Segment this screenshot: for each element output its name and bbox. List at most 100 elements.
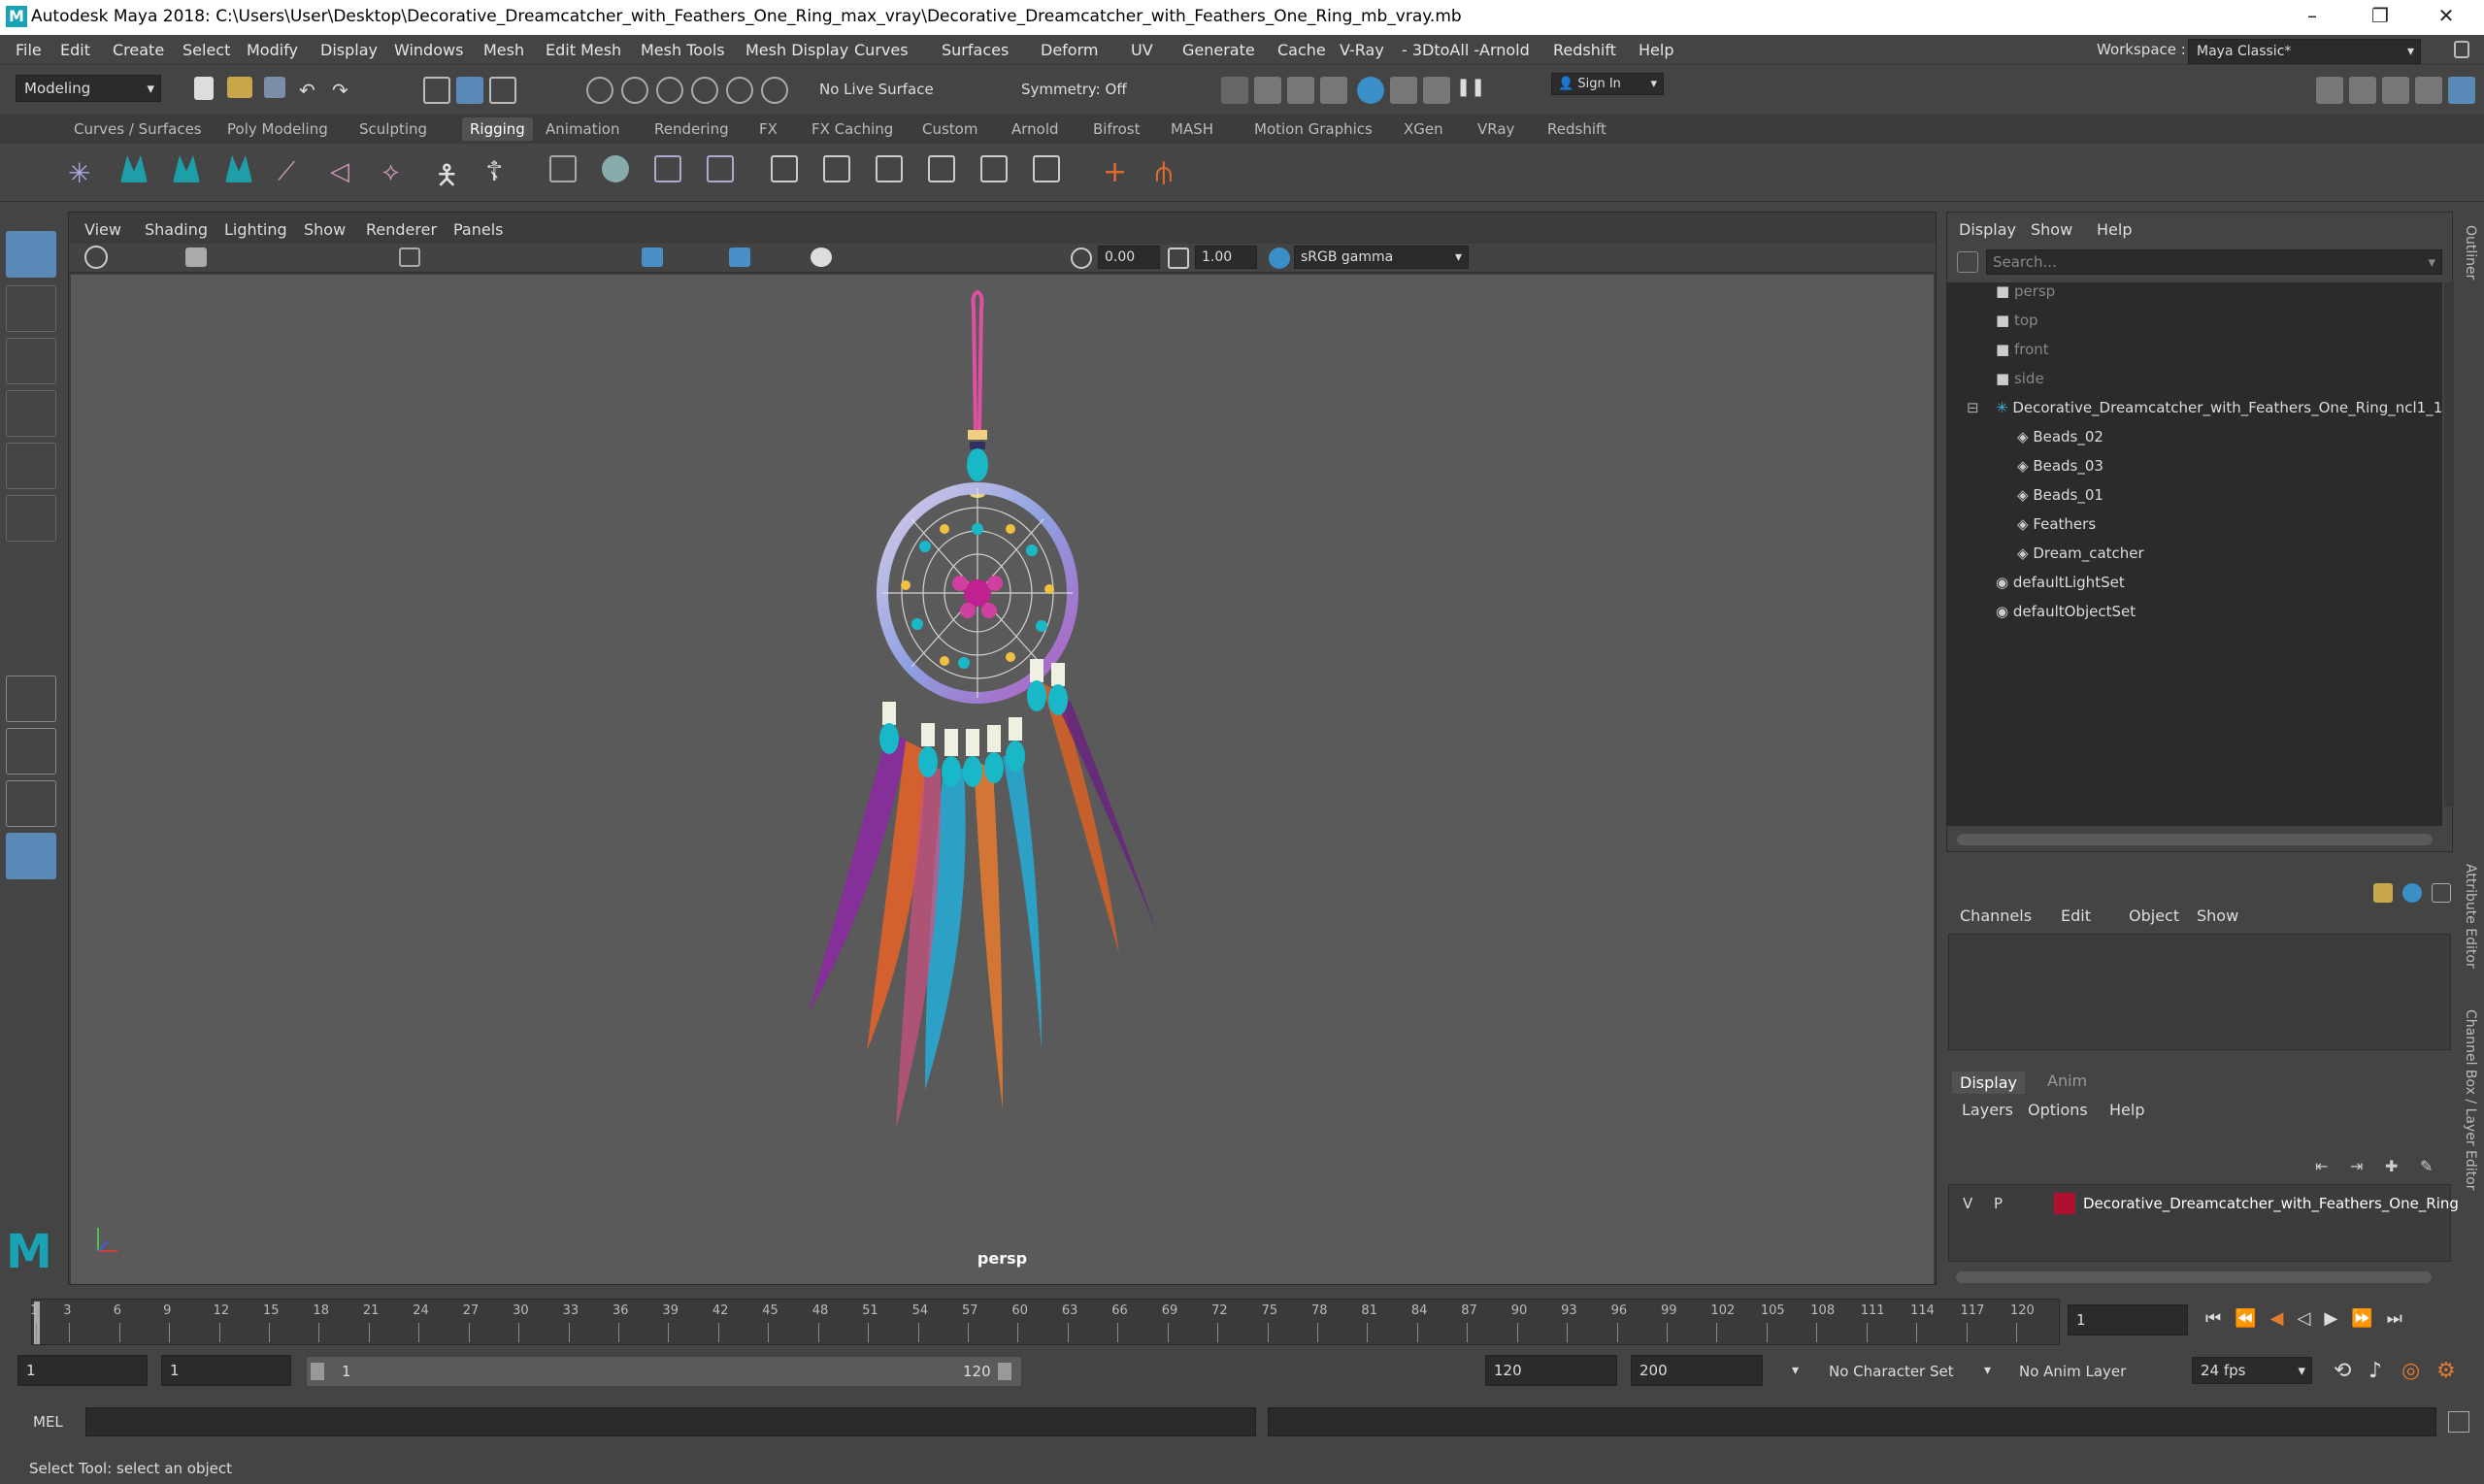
range-start-handle[interactable] [311,1363,324,1380]
outliner-search-input[interactable]: Search... ▾ [1986,249,2442,275]
attribute-editor-toggle-icon[interactable] [2382,77,2409,104]
select-by-component-icon[interactable] [489,77,516,104]
lock-icon[interactable] [2454,41,2469,58]
anim-start-field[interactable]: 1 [161,1355,291,1386]
ik-handle-icon[interactable] [120,155,148,182]
collapse-icon[interactable]: ⊟ [1967,399,1979,416]
outliner-menu-display[interactable]: Display [1959,220,2016,239]
select-tool-icon[interactable] [6,231,56,278]
outliner-item[interactable]: ⊟ ✳ Decorative_Dreamcatcher_with_Feather… [1967,399,2442,426]
tool-settings-toggle-icon[interactable] [2415,77,2442,104]
chevron-down-icon[interactable]: ▾ [1984,1363,1991,1378]
textured-icon[interactable] [729,247,750,267]
move-tool-icon[interactable] [6,390,56,437]
menu-v-ray[interactable]: V-Ray [1340,41,1384,59]
modeling-toolkit-icon[interactable] [2316,77,2343,104]
menu-deform[interactable]: Deform [1041,41,1098,59]
lights-icon[interactable] [811,247,832,267]
paint-select-tool-icon[interactable] [6,338,56,384]
shelf-tab-rendering[interactable]: Rendering [654,120,729,138]
close-button[interactable]: ✕ [2427,4,2466,31]
select-by-hierarchy-icon[interactable] [423,77,450,104]
grid-icon[interactable] [399,247,420,267]
new-layer-selected-icon[interactable]: ✎ [2420,1157,2441,1176]
ipr-render-icon[interactable] [1287,77,1314,104]
shelf-tab-curves-surfaces[interactable]: Curves / Surfaces [74,120,202,138]
layer-visibility-toggle[interactable]: V [1963,1195,1972,1212]
select-camera-icon[interactable] [84,246,108,269]
new-layer-icon[interactable]: ✚ [2385,1157,2406,1176]
menu-mesh-display[interactable]: Mesh Display [745,41,848,59]
orient-constraint-icon[interactable] [876,155,903,182]
chevron-down-icon[interactable]: ▾ [1792,1363,1799,1378]
outliner-layout-icon[interactable] [6,833,56,879]
vray-render-icon[interactable] [1390,77,1417,104]
outliner-item[interactable]: ◉ defaultLightSet [1996,574,2125,601]
render-view-icon[interactable] [1221,77,1248,104]
layer-tab-display[interactable]: Display [1952,1072,2025,1094]
layer-menu-layers[interactable]: Layers [1962,1101,2013,1119]
menu-edit-mesh[interactable]: Edit Mesh [546,41,621,59]
pause-icon[interactable]: ❚❚ [1456,77,1485,104]
color-space-dropdown[interactable]: sRGB gamma ▾ [1294,246,1469,269]
channel-menu-channels[interactable]: Channels [1960,907,2032,925]
menu-create[interactable]: Create [113,41,164,59]
maximize-button[interactable]: ❐ [2361,4,2400,31]
auto-key-icon[interactable]: ◎ [2401,1359,2420,1383]
vray-ipr-icon[interactable] [1423,77,1450,104]
channel-tool-icon[interactable] [2402,883,2422,903]
layer-menu-options[interactable]: Options [2028,1101,2088,1119]
outliner-item[interactable]: ◈ Beads_02 [2017,428,2103,455]
menu-curves[interactable]: Curves [854,41,909,59]
sign-in-button[interactable]: 👤 Sign In ▾ [1551,73,1664,95]
outliner-item[interactable]: ■ persp [1996,282,2055,310]
menu-select[interactable]: Select [182,41,230,59]
channel-box-toggle-icon[interactable] [2448,77,2475,104]
save-scene-icon[interactable] [264,77,285,98]
move-layer-up-icon[interactable]: ⇤ [2315,1157,2336,1176]
point-constraint-icon[interactable] [771,155,798,182]
outliner-item[interactable]: ■ top [1996,312,2038,339]
select-by-object-icon[interactable] [456,77,483,104]
lattice-icon[interactable] [654,155,681,182]
bind-skin-icon[interactable]: ⟡ [382,157,410,186]
workspace-dropdown[interactable]: Maya Classic* ▾ [2188,39,2421,64]
layer-tab-anim[interactable]: Anim [2047,1072,2087,1090]
minimize-button[interactable]: – [2293,4,2332,31]
ik-spline-icon[interactable] [173,155,200,182]
anim-layer-dropdown[interactable]: No Anim Layer [2019,1363,2126,1380]
blend-shape-icon[interactable] [602,155,629,182]
shelf-tab-sculpting[interactable]: Sculpting [359,120,427,138]
orient-joint-icon[interactable]: ◁ [330,157,357,186]
channel-box-side-tab[interactable]: Channel Box / Layer Editor [2463,1009,2478,1190]
outliner-item[interactable]: ■ front [1996,341,2049,368]
channel-edit-icon[interactable] [2432,883,2451,903]
menu-display[interactable]: Display [320,41,378,59]
menu-mesh-tools[interactable]: Mesh Tools [641,41,725,59]
layer-playback-toggle[interactable]: P [1994,1195,2003,1212]
layer-row[interactable]: V P Decorative_Dreamcatcher_with_Feather… [1953,1189,2459,1218]
shelf-tab-arnold[interactable]: Arnold [1011,120,1059,138]
shelf-tab-custom[interactable]: Custom [922,120,977,138]
menu-help[interactable]: Help [1639,41,1673,59]
shelf-tab-fx-caching[interactable]: FX Caching [811,120,893,138]
channel-menu-show[interactable]: Show [2197,907,2238,925]
shelf-tab-mash[interactable]: MASH [1171,120,1213,138]
move-layer-down-icon[interactable]: ⇥ [2350,1157,2371,1176]
parent-constraint-icon[interactable] [980,155,1008,182]
render-frame-icon[interactable] [1254,77,1281,104]
shelf-tab-fx[interactable]: FX [759,120,778,138]
shelf-tab-motion-graphics[interactable]: Motion Graphics [1254,120,1373,138]
menu-modify[interactable]: Modify [247,41,298,59]
outliner-vertical-scrollbar[interactable] [2444,282,2454,807]
outliner-menu-help[interactable]: Help [2097,220,2132,239]
persp-outliner-layout-icon[interactable] [6,780,56,827]
menu-arnold[interactable]: Arnold [1479,41,1530,59]
snap-point-icon[interactable] [656,77,683,104]
step-forward-key-icon[interactable]: ⏩ [2351,1308,2386,1329]
smooth-shade-icon[interactable] [642,247,663,267]
outliner-item[interactable]: ◈ Feathers [2017,515,2096,543]
lasso-tool-icon[interactable] [6,285,56,332]
undo-icon[interactable]: ↶ [299,79,326,106]
rotate-tool-icon[interactable] [6,443,56,489]
